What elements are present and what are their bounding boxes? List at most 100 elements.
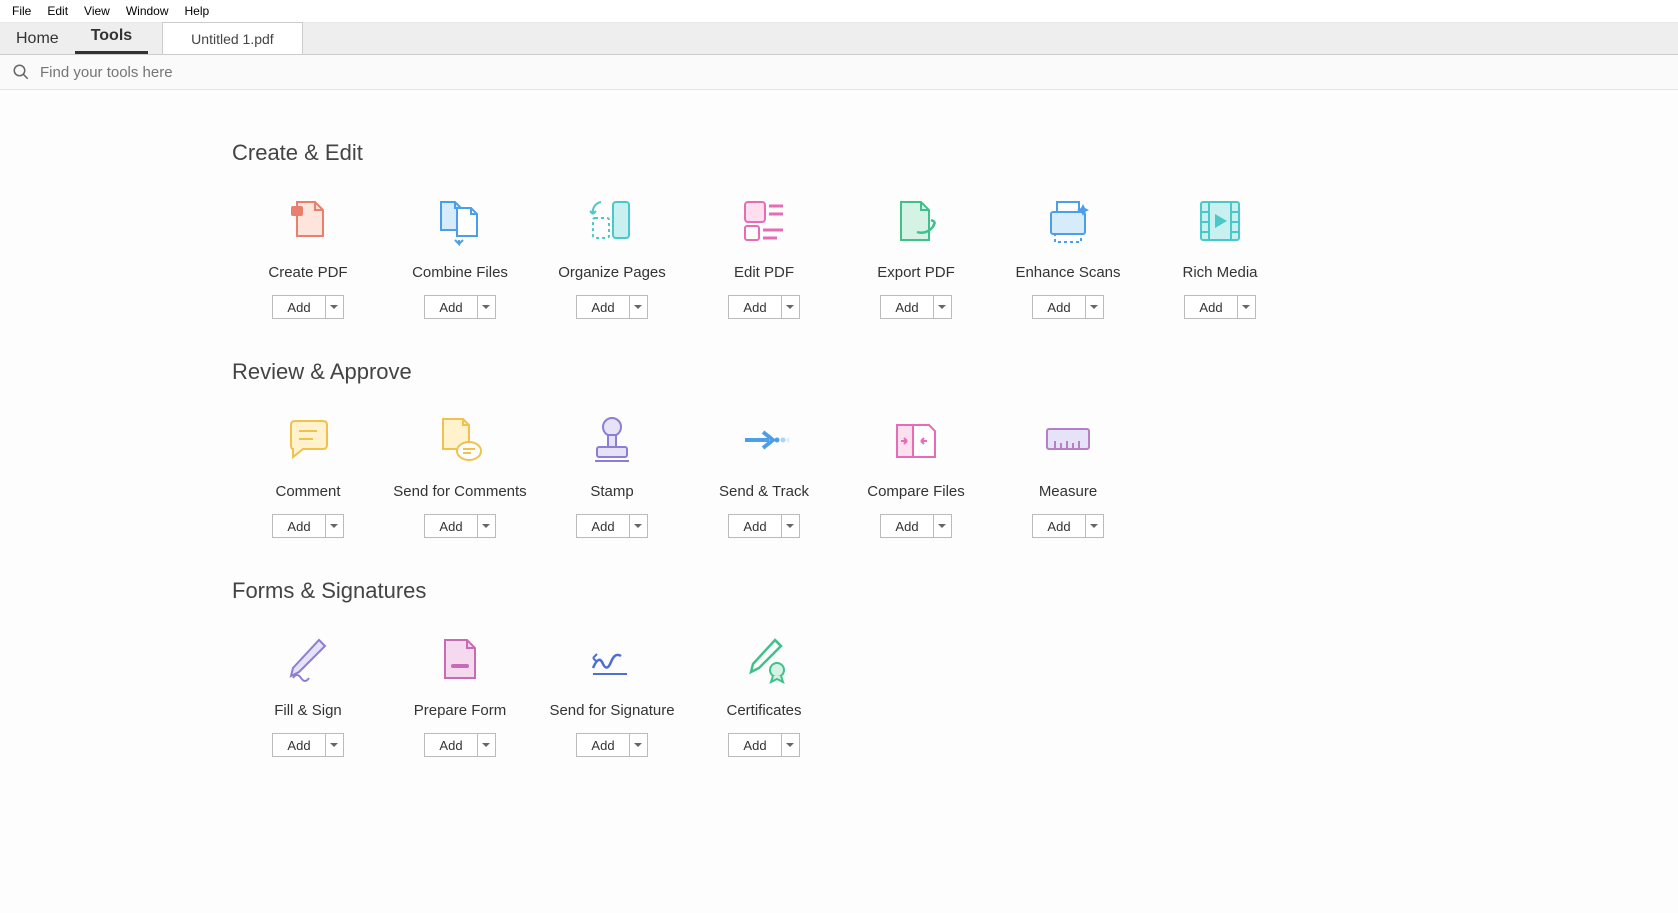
chevron-down-icon <box>482 524 490 528</box>
chevron-down-icon <box>330 305 338 309</box>
add-button-group: Add <box>272 514 343 538</box>
add-button-group: Add <box>1184 295 1255 319</box>
tool-create-pdf[interactable]: Create PDF Add <box>232 196 384 319</box>
add-dropdown[interactable] <box>477 296 495 318</box>
tool-label: Measure <box>1039 483 1097 500</box>
add-button[interactable]: Add <box>425 296 476 318</box>
add-dropdown[interactable] <box>629 734 647 756</box>
add-dropdown[interactable] <box>325 515 343 537</box>
add-dropdown[interactable] <box>1237 296 1255 318</box>
tool-edit-pdf[interactable]: Edit PDF Add <box>688 196 840 319</box>
rich-media-icon <box>1195 196 1245 246</box>
export-pdf-icon <box>891 196 941 246</box>
tab-bar: Home Tools Untitled 1.pdf <box>0 23 1678 55</box>
chevron-down-icon <box>1090 305 1098 309</box>
tool-label: Combine Files <box>412 264 508 281</box>
edit-pdf-icon <box>739 196 789 246</box>
nav-home[interactable]: Home <box>0 24 75 54</box>
add-button[interactable]: Add <box>729 734 780 756</box>
add-button[interactable]: Add <box>729 296 780 318</box>
tool-certificates[interactable]: Certificates Add <box>688 634 840 757</box>
document-tab[interactable]: Untitled 1.pdf <box>162 22 303 54</box>
add-button[interactable]: Add <box>881 515 932 537</box>
chevron-down-icon <box>330 524 338 528</box>
add-dropdown[interactable] <box>325 296 343 318</box>
add-button[interactable]: Add <box>1185 296 1236 318</box>
add-dropdown[interactable] <box>1085 296 1103 318</box>
add-dropdown[interactable] <box>477 734 495 756</box>
add-button-group: Add <box>728 295 799 319</box>
tool-label: Create PDF <box>268 264 347 281</box>
add-button[interactable]: Add <box>1033 296 1084 318</box>
tool-fill-sign[interactable]: Fill & SignAdd <box>232 634 384 757</box>
add-button[interactable]: Add <box>577 515 628 537</box>
add-dropdown[interactable] <box>1085 515 1103 537</box>
tool-comment[interactable]: Comment Add <box>232 415 384 538</box>
tool-rich-media[interactable]: Rich Media Add <box>1144 196 1296 319</box>
add-button-group: Add <box>424 514 495 538</box>
nav-tools[interactable]: Tools <box>75 21 148 54</box>
add-dropdown[interactable] <box>477 515 495 537</box>
add-button-group: Add <box>880 514 951 538</box>
add-dropdown[interactable] <box>325 734 343 756</box>
tool-export-pdf[interactable]: Export PDF Add <box>840 196 992 319</box>
add-dropdown[interactable] <box>933 515 951 537</box>
search-input[interactable] <box>40 64 440 81</box>
tool-send-signature[interactable]: Send for SignatureAdd <box>536 634 688 757</box>
add-button[interactable]: Add <box>425 515 476 537</box>
tool-enhance-scans[interactable]: Enhance Scans Add <box>992 196 1144 319</box>
add-button[interactable]: Add <box>577 296 628 318</box>
tool-label: Send for Comments <box>393 483 526 500</box>
menu-help[interactable]: Help <box>177 2 218 20</box>
add-dropdown[interactable] <box>629 515 647 537</box>
chevron-down-icon <box>786 743 794 747</box>
tool-send-for-comments[interactable]: Send for Comments Add <box>384 415 536 538</box>
add-dropdown[interactable] <box>629 296 647 318</box>
tool-row: Create PDFAddCombine FilesAddOrganize Pa… <box>232 196 1678 319</box>
add-button-group: Add <box>728 514 799 538</box>
add-button-group: Add <box>728 733 799 757</box>
add-button[interactable]: Add <box>577 734 628 756</box>
menu-window[interactable]: Window <box>118 2 177 20</box>
compare-files-icon <box>891 415 941 465</box>
tool-row: Fill & SignAddPrepare FormAddSend for Si… <box>232 634 1678 757</box>
tool-combine-files[interactable]: Combine Files Add <box>384 196 536 319</box>
create-pdf-icon <box>283 196 333 246</box>
menu-view[interactable]: View <box>76 2 118 20</box>
chevron-down-icon <box>634 305 642 309</box>
section-title: Forms & Signatures <box>232 578 1678 604</box>
certificates-icon <box>739 634 789 684</box>
tool-send-track[interactable]: Send & TrackAdd <box>688 415 840 538</box>
tool-label: Comment <box>275 483 340 500</box>
tool-compare-files[interactable]: Compare FilesAdd <box>840 415 992 538</box>
add-dropdown[interactable] <box>781 296 799 318</box>
tool-stamp[interactable]: StampAdd <box>536 415 688 538</box>
add-dropdown[interactable] <box>781 734 799 756</box>
stamp-icon <box>587 415 637 465</box>
add-button[interactable]: Add <box>881 296 932 318</box>
add-dropdown[interactable] <box>781 515 799 537</box>
add-button[interactable]: Add <box>273 734 324 756</box>
tool-measure[interactable]: Measure Add <box>992 415 1144 538</box>
tool-label: Rich Media <box>1182 264 1257 281</box>
chevron-down-icon <box>634 524 642 528</box>
add-button[interactable]: Add <box>273 296 324 318</box>
tool-label: Edit PDF <box>734 264 794 281</box>
tool-label: Certificates <box>726 702 801 719</box>
add-button[interactable]: Add <box>729 515 780 537</box>
chevron-down-icon <box>482 743 490 747</box>
add-button-group: Add <box>272 733 343 757</box>
send-signature-icon <box>587 634 637 684</box>
add-button[interactable]: Add <box>425 734 476 756</box>
add-button[interactable]: Add <box>1033 515 1084 537</box>
tool-organize-pages[interactable]: Organize PagesAdd <box>536 196 688 319</box>
section-title: Create & Edit <box>232 140 1678 166</box>
tool-label: Enhance Scans <box>1015 264 1120 281</box>
tool-label: Export PDF <box>877 264 955 281</box>
menu-edit[interactable]: Edit <box>39 2 76 20</box>
menu-file[interactable]: File <box>4 2 39 20</box>
add-button[interactable]: Add <box>273 515 324 537</box>
tool-prepare-form[interactable]: Prepare FormAdd <box>384 634 536 757</box>
add-dropdown[interactable] <box>933 296 951 318</box>
comment-icon <box>283 415 333 465</box>
